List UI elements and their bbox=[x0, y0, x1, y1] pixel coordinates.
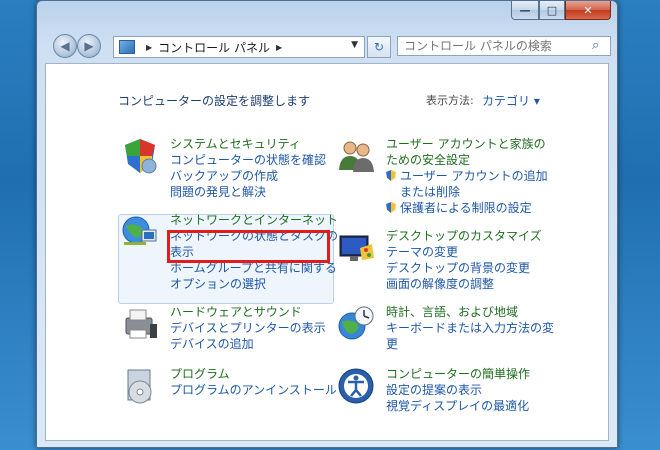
control-panel-window: — □ ✕ ◀ ▶ ▶ コントロール パネル ▶ ▼ ↻ ⌕ コンピューターの設… bbox=[36, 0, 618, 448]
users-icon[interactable] bbox=[336, 136, 376, 176]
category-appearance: デスクトップのカスタマイズ テーマの変更 デスクトップの背景の変更 画面の解像度… bbox=[336, 228, 542, 292]
view-by-label: 表示方法: bbox=[426, 94, 474, 107]
category-system-security: システムとセキュリティ コンピューターの状態を確認 バックアップの作成 問題の発… bbox=[120, 136, 326, 200]
highlight-annotation bbox=[167, 230, 330, 263]
ease-of-access-icon[interactable] bbox=[336, 366, 376, 406]
maximize-button[interactable]: □ bbox=[539, 1, 565, 20]
category-title-users-line2[interactable]: ための安全設定 bbox=[386, 152, 548, 168]
category-ease-of-access: コンピューターの簡単操作 設定の提案の表示 視覚ディスプレイの最適化 bbox=[336, 366, 530, 414]
link-change-keyboard[interactable]: キーボードまたは入力方法の変 bbox=[386, 320, 554, 336]
printer-icon[interactable] bbox=[120, 304, 160, 344]
back-button[interactable]: ◀ bbox=[53, 34, 77, 58]
clock-globe-icon[interactable] bbox=[336, 304, 376, 344]
category-title-ease[interactable]: コンピューターの簡単操作 bbox=[386, 366, 530, 382]
breadcrumb-separator-icon[interactable]: ▶ bbox=[146, 43, 152, 52]
category-title-users-line1[interactable]: ユーザー アカウントと家族の bbox=[386, 136, 548, 152]
link-optimize-display[interactable]: 視覚ディスプレイの最適化 bbox=[386, 398, 530, 414]
link-homegroup-sharing-cont[interactable]: オプションの選択 bbox=[170, 276, 338, 292]
breadcrumb-separator-icon[interactable]: ▶ bbox=[276, 43, 282, 52]
link-add-remove-user-cont[interactable]: または削除 bbox=[386, 184, 548, 200]
link-check-status[interactable]: コンピューターの状態を確認 bbox=[170, 152, 326, 168]
navigation-bar: ◀ ▶ ▶ コントロール パネル ▶ ▼ ↻ ⌕ bbox=[37, 29, 617, 63]
category-title-programs[interactable]: プログラム bbox=[170, 366, 337, 382]
monitor-palette-icon[interactable] bbox=[336, 228, 376, 268]
search-input[interactable] bbox=[397, 36, 611, 56]
caption-buttons: — □ ✕ bbox=[511, 1, 611, 21]
category-title-appearance[interactable]: デスクトップのカスタマイズ bbox=[386, 228, 542, 244]
close-button[interactable]: ✕ bbox=[565, 1, 611, 20]
control-panel-icon bbox=[119, 40, 135, 54]
category-title-hardware[interactable]: ハードウェアとサウンド bbox=[170, 304, 326, 320]
breadcrumb-control-panel[interactable]: コントロール パネル bbox=[158, 39, 270, 56]
programs-disc-icon[interactable] bbox=[120, 366, 160, 406]
category-title-network[interactable]: ネットワークとインターネット bbox=[170, 212, 338, 228]
refresh-button[interactable]: ↻ bbox=[367, 36, 391, 58]
link-backup[interactable]: バックアップの作成 bbox=[170, 168, 326, 184]
link-add-device[interactable]: デバイスの追加 bbox=[170, 336, 326, 352]
address-dropdown-icon[interactable]: ▼ bbox=[351, 40, 358, 50]
minimize-button[interactable]: — bbox=[511, 1, 539, 20]
link-add-remove-user[interactable]: ユーザー アカウントの追加 bbox=[386, 168, 548, 184]
category-title-system[interactable]: システムとセキュリティ bbox=[170, 136, 326, 152]
link-change-keyboard-cont[interactable]: 更 bbox=[386, 336, 554, 352]
link-change-background[interactable]: デスクトップの背景の変更 bbox=[386, 260, 542, 276]
search-icon[interactable]: ⌕ bbox=[592, 38, 599, 53]
link-parental-controls[interactable]: 保護者による制限の設定 bbox=[386, 200, 548, 216]
forward-button[interactable]: ▶ bbox=[77, 34, 101, 58]
link-recommend-settings[interactable]: 設定の提案の表示 bbox=[386, 382, 530, 398]
address-bar[interactable]: ▶ コントロール パネル ▶ ▼ bbox=[113, 36, 365, 58]
page-title: コンピューターの設定を調整します bbox=[118, 94, 311, 108]
link-adjust-resolution[interactable]: 画面の解像度の調整 bbox=[386, 276, 542, 292]
category-programs: プログラム プログラムのアンインストール bbox=[120, 366, 337, 406]
category-title-clock[interactable]: 時計、言語、および地域 bbox=[386, 304, 554, 320]
globe-network-icon[interactable] bbox=[120, 212, 160, 252]
category-clock-language: 時計、言語、および地域 キーボードまたは入力方法の変 更 bbox=[336, 304, 554, 352]
shield-icon[interactable] bbox=[120, 136, 160, 176]
link-devices-printers[interactable]: デバイスとプリンターの表示 bbox=[170, 320, 326, 336]
link-change-theme[interactable]: テーマの変更 bbox=[386, 244, 542, 260]
view-by-dropdown[interactable]: カテゴリ ▾ bbox=[482, 92, 540, 109]
category-hardware-sound: ハードウェアとサウンド デバイスとプリンターの表示 デバイスの追加 bbox=[120, 304, 326, 352]
category-user-accounts: ユーザー アカウントと家族の ための安全設定 ユーザー アカウントの追加 または… bbox=[336, 136, 548, 216]
control-panel-content: コンピューターの設定を調整します 表示方法: カテゴリ ▾ システムとセキュリテ… bbox=[45, 63, 609, 441]
link-uninstall-program[interactable]: プログラムのアンインストール bbox=[170, 382, 337, 398]
link-troubleshoot[interactable]: 問題の発見と解決 bbox=[170, 184, 326, 200]
